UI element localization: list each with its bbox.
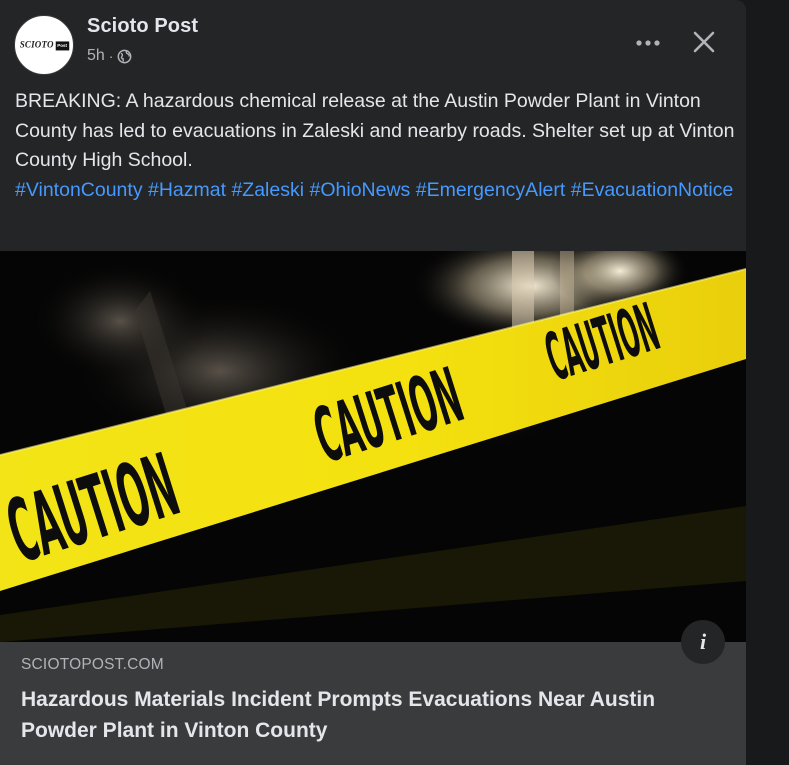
hashtag-link[interactable]: #Hazmat — [148, 179, 226, 201]
post-time[interactable]: 5h — [87, 47, 105, 65]
post-card: SCIOTO Post Scioto Post 5h · BREAKING: A… — [0, 0, 746, 765]
logo-word: SCIOTO — [19, 40, 54, 50]
hashtag-link[interactable]: #EmergencyAlert — [416, 179, 566, 201]
more-options-icon — [636, 40, 660, 46]
link-preview-image[interactable]: CAUTION CAUTION CAUTION — [0, 251, 746, 642]
link-preview-footer[interactable]: SCIOTOPOST.COM Hazardous Materials Incid… — [0, 642, 746, 765]
hashtag-list: #VintonCounty #Hazmat #Zaleski #OhioNews… — [15, 176, 735, 206]
post-header: SCIOTO Post Scioto Post 5h · — [0, 0, 746, 85]
hashtag-link[interactable]: #Zaleski — [231, 179, 304, 201]
info-button[interactable]: i — [681, 620, 725, 664]
link-title[interactable]: Hazardous Materials Incident Prompts Eva… — [21, 684, 721, 746]
hashtag-link[interactable]: #VintonCounty — [15, 179, 143, 201]
caution-tape-photo: CAUTION CAUTION CAUTION — [0, 251, 746, 642]
logo-box: Post — [55, 40, 69, 50]
page-name-link[interactable]: Scioto Post — [87, 15, 198, 38]
close-icon — [693, 31, 715, 53]
hashtag-link[interactable]: #OhioNews — [310, 179, 411, 201]
post-message: BREAKING: A hazardous chemical release a… — [15, 87, 735, 205]
more-options-button[interactable] — [628, 28, 668, 58]
page-logo: SCIOTO Post — [19, 40, 69, 50]
close-button[interactable] — [684, 22, 724, 62]
globe-icon — [118, 49, 132, 63]
hashtag-link[interactable]: #EvacuationNotice — [571, 179, 734, 201]
info-icon: i — [699, 629, 707, 654]
avatar[interactable]: SCIOTO Post — [14, 15, 74, 75]
meta-separator: · — [108, 48, 114, 64]
post-body-text: BREAKING: A hazardous chemical release a… — [15, 90, 735, 171]
post-meta: 5h · — [87, 47, 132, 65]
link-domain: SCIOTOPOST.COM — [21, 656, 164, 673]
